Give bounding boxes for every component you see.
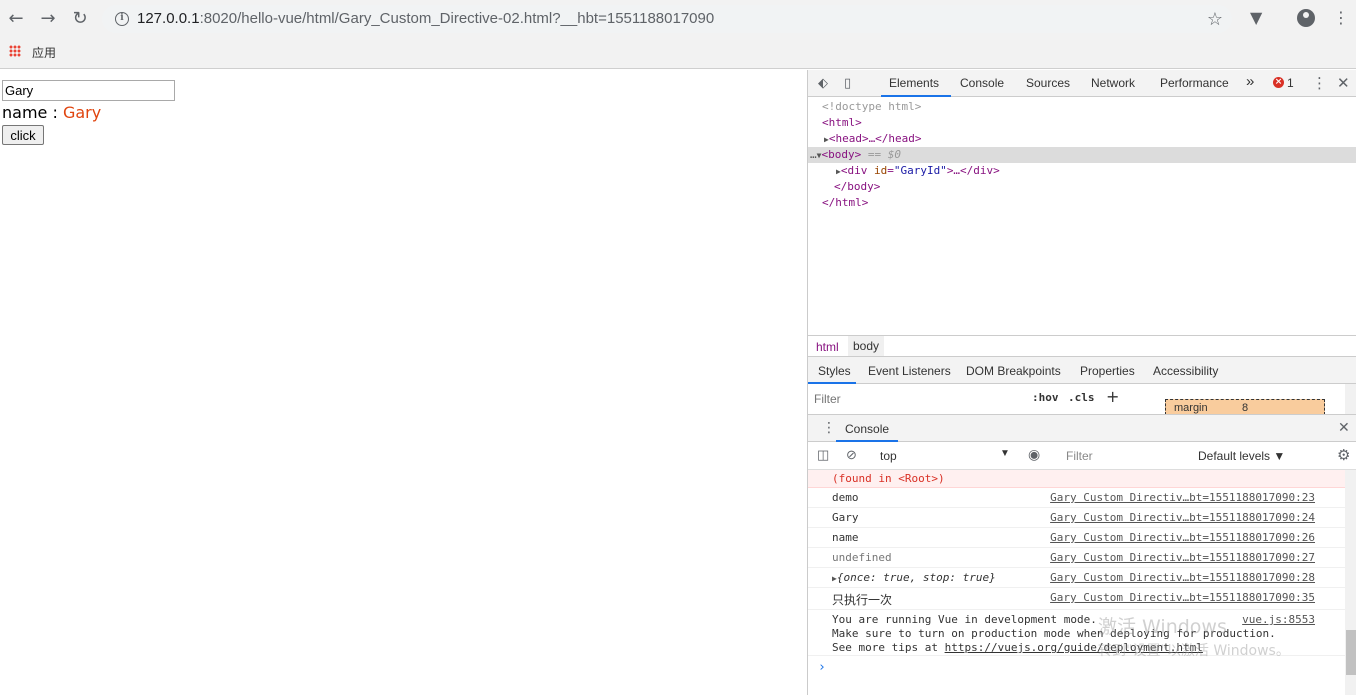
more-tabs-icon[interactable]: » [1246,73,1254,90]
dom-body-close[interactable]: </body> [834,179,880,195]
box-model-label: margin [1174,402,1208,414]
hov-toggle[interactable]: :hov [1032,391,1059,404]
click-button[interactable]: click [2,125,44,145]
bookmarks-bar: 应用 [0,38,1356,69]
dom-body-open[interactable]: …▼<body> == $0 [810,147,901,163]
tab-accessibility[interactable]: Accessibility [1153,364,1218,378]
profile-icon[interactable] [1297,9,1315,27]
log-source-link[interactable]: vue.js:8553 [1242,613,1315,626]
devtools-menu-icon[interactable]: ⋮ [1312,74,1327,92]
device-toolbar-icon[interactable]: ▯ [844,76,851,91]
vue-docs-link[interactable]: https://vuejs.org/guide/deployment.html [945,641,1203,654]
console-log: (found in <Root>) demo Gary Custom Direc… [808,470,1356,695]
drawer-tab-console[interactable]: Console [845,422,889,436]
tab-performance[interactable]: Performance [1160,76,1229,90]
dom-doctype[interactable]: <!doctype html> [822,99,921,115]
new-style-rule-button[interactable]: + [1106,387,1119,406]
name-display: name : Gary [2,103,101,122]
console-filter-input[interactable]: Filter [1066,449,1093,463]
error-icon[interactable]: × [1273,77,1284,88]
tab-network[interactable]: Network [1091,76,1135,90]
dom-html-open[interactable]: <html> [822,115,862,131]
console-drawer-header: ⋮ Console ✕ [808,414,1356,442]
sidebar-toggle-icon[interactable]: ◫ [817,447,829,463]
url-text[interactable]: 127.0.0.1:8020/hello-vue/html/Gary_Custo… [137,10,714,27]
menu-kebab-icon[interactable]: ⋮ [1333,9,1349,27]
tab-properties[interactable]: Properties [1080,364,1135,378]
log-object[interactable]: ▶{once: true, stop: true} [832,571,996,584]
url-path: :8020/hello-vue/html/Gary_Custom_Directi… [199,10,715,27]
log-source-link[interactable]: Gary Custom Directiv…bt=1551188017090:35 [1050,591,1315,604]
dom-div[interactable]: ▶<div id="GaryId">…</div> [836,163,1000,179]
styles-scrollbar[interactable] [1345,384,1356,414]
dom-head[interactable]: ▶<head>…</head> [824,131,922,147]
extension-icon[interactable]: ▼ [1250,8,1262,27]
log-row: Gary Gary Custom Directiv…bt=15511880170… [808,508,1345,528]
log-row-error: (found in <Root>) [808,470,1345,488]
apps-grid-icon[interactable] [9,45,21,57]
bookmark-star-icon[interactable]: ☆ [1207,9,1223,30]
breadcrumb: html body [808,335,1356,357]
inspect-element-icon[interactable]: ⬖ [818,76,828,91]
breadcrumb-body[interactable]: body [848,336,885,356]
dom-tree: <!doctype html> <html> ▶<head>…</head> …… [808,98,1356,334]
console-scrollbar-thumb[interactable] [1346,630,1356,675]
console-toolbar: ◫ ⊘ top ▼ ◉ Filter Default levels ▼ ⚙ [808,442,1356,470]
log-source-link[interactable]: Gary Custom Directiv…bt=1551188017090:24 [1050,511,1315,524]
log-source-link[interactable]: Gary Custom Directiv…bt=1551188017090:28 [1050,571,1315,584]
tab-styles[interactable]: Styles [818,364,851,378]
log-row: demo Gary Custom Directiv…bt=15511880170… [808,488,1345,508]
styles-pane: :hov .cls + margin 8 [808,384,1356,415]
name-input[interactable] [2,80,175,101]
tab-sources[interactable]: Sources [1026,76,1070,90]
name-value: Gary [62,103,102,122]
styles-filter-input[interactable] [814,390,1020,408]
close-drawer-icon[interactable]: ✕ [1338,420,1350,436]
breadcrumb-html[interactable]: html [816,340,839,354]
tab-console[interactable]: Console [960,76,1004,90]
drawer-menu-icon[interactable]: ⋮ [822,420,836,436]
url-host: 127.0.0.1 [137,10,200,27]
chevron-down-icon[interactable]: ▼ [1000,448,1010,459]
tab-dom-breakpoints[interactable]: DOM Breakpoints [966,364,1061,378]
context-select[interactable]: top [880,449,897,463]
log-source-link[interactable]: Gary Custom Directiv…bt=1551188017090:23 [1050,491,1315,504]
log-source-link[interactable]: Gary Custom Directiv…bt=1551188017090:27 [1050,551,1315,564]
reload-icon[interactable]: ↻ [69,8,91,30]
tab-elements[interactable]: Elements [889,76,939,90]
eye-icon[interactable]: ◉ [1028,446,1040,463]
console-settings-gear-icon[interactable]: ⚙ [1337,446,1350,464]
close-devtools-icon[interactable]: ✕ [1337,74,1350,92]
console-prompt[interactable]: › [818,660,826,675]
cls-toggle[interactable]: .cls [1068,391,1095,404]
log-row: undefined Gary Custom Directiv…bt=155118… [808,548,1345,568]
log-row: name Gary Custom Directiv…bt=15511880170… [808,528,1345,548]
log-row: ▶{once: true, stop: true} Gary Custom Di… [808,568,1345,588]
log-levels-select[interactable]: Default levels ▼ [1198,449,1285,463]
log-row-vue-notice: You are running Vue in development mode.… [808,610,1345,656]
log-source-link[interactable]: Gary Custom Directiv…bt=1551188017090:26 [1050,531,1315,544]
log-row: 只执行一次 Gary Custom Directiv…bt=1551188017… [808,588,1345,610]
browser-toolbar: ← → ↻ i 127.0.0.1:8020/hello-vue/html/Ga… [0,0,1356,38]
devtools-panel: ⬖ ▯ Elements Console Sources Network Per… [807,70,1356,695]
back-icon[interactable]: ← [5,8,27,30]
clear-console-icon[interactable]: ⊘ [846,447,857,463]
box-model-margin: margin 8 [1165,399,1325,415]
dom-html-close[interactable]: </html> [822,195,868,211]
elements-subtabs: Styles Event Listeners DOM Breakpoints P… [808,357,1356,384]
devtools-tabbar: ⬖ ▯ Elements Console Sources Network Per… [808,70,1356,97]
bookmark-apps[interactable]: 应用 [32,44,56,61]
active-tab-indicator [881,95,951,97]
tab-event-listeners[interactable]: Event Listeners [868,364,951,378]
forward-icon[interactable]: → [37,8,59,30]
name-label: name : [2,103,63,122]
error-count[interactable]: 1 [1287,76,1294,90]
box-model-value[interactable]: 8 [1242,402,1248,414]
info-icon[interactable]: i [115,12,129,26]
console-scrollbar[interactable] [1345,470,1356,695]
address-bar[interactable]: i 127.0.0.1:8020/hello-vue/html/Gary_Cus… [102,5,1232,33]
page-viewport: name : Gary click [0,70,807,695]
ellipsis-icon[interactable]: … [810,148,817,161]
